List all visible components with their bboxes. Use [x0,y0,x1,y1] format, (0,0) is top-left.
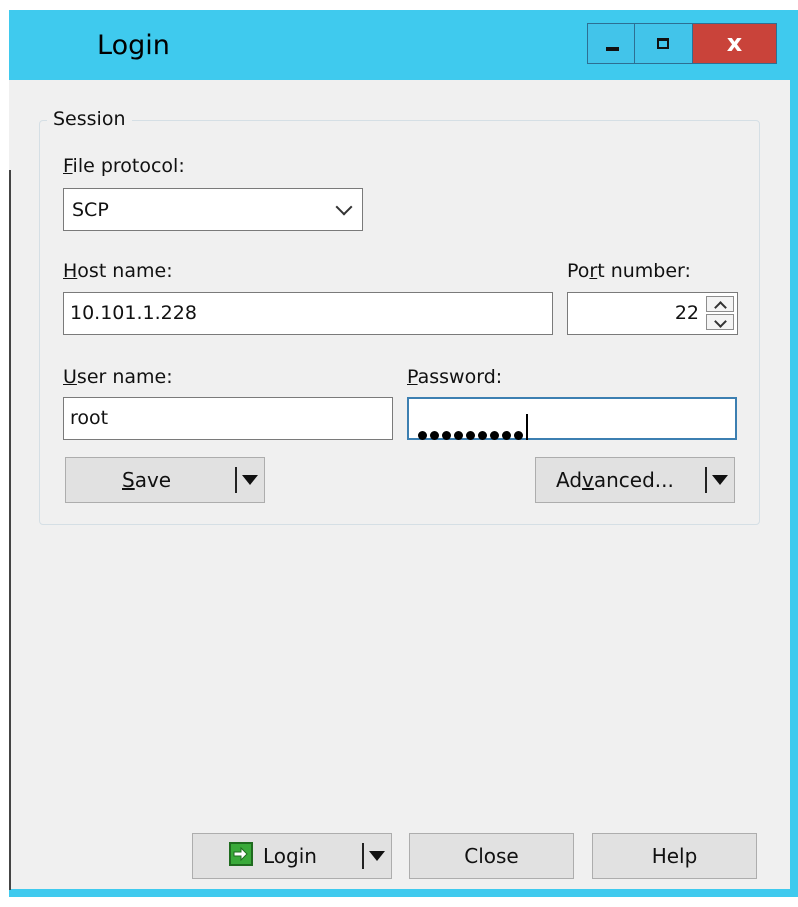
spin-down-icon [714,315,727,328]
file-protocol-select[interactable]: SCP [63,188,363,231]
user-name-field[interactable]: root [63,397,393,440]
login-button[interactable]: Login [192,833,392,879]
password-dot [514,431,523,440]
help-button-label: Help [651,844,698,868]
password-dot [454,431,463,440]
minimize-button[interactable] [587,23,635,64]
host-name-label-text: ost name: [77,260,173,282]
password-dot [430,431,439,440]
password-mask [418,413,528,454]
advanced-button-label: Advanced... [556,468,674,492]
save-button-label: Save [122,468,171,492]
advanced-button[interactable]: Advanced... [535,457,735,503]
close-icon: x [726,29,743,57]
spin-up-icon [714,301,727,314]
file-protocol-label-text: ile protocol: [72,155,185,177]
host-name-accesskey: H [63,260,78,282]
window-left-edge [9,170,11,890]
port-number-label-pre: Po [567,260,590,282]
port-number-field[interactable]: 22 [567,292,738,335]
login-arrow-icon [229,842,253,866]
host-name-label: Host name: [63,260,173,282]
host-name-field[interactable]: 10.101.1.228 [63,292,553,335]
password-label-text: assword: [417,366,503,388]
user-name-label: User name: [63,366,173,388]
save-button[interactable]: Save [65,457,265,503]
save-label-text: ave [134,468,172,492]
chevron-down-icon [335,198,353,216]
user-name-accesskey: U [63,366,77,388]
close-button-label: Close [464,844,519,868]
file-protocol-accesskey: F [63,155,73,177]
split-dropdown-icon[interactable] [712,475,728,485]
maximize-icon [657,38,669,49]
port-number-value: 22 [674,302,699,324]
port-number-label: Port number: [567,260,691,282]
help-button[interactable]: Help [592,833,757,879]
dialog-body: Session File protocol: SCP Host name: 10… [9,80,790,890]
port-number-label-text: t number: [597,260,691,282]
file-protocol-label: File protocol: [63,155,185,177]
title-bar[interactable]: Login x [9,10,798,80]
port-increment-button[interactable] [706,296,734,314]
password-dot [490,431,499,440]
session-group-title: Session [47,108,132,130]
save-accesskey: S [122,468,135,492]
file-protocol-value: SCP [72,199,109,221]
advanced-accesskey: v [582,468,594,492]
login-button-label: Login [263,844,317,868]
split-dropdown-icon[interactable] [369,851,385,861]
password-label: Password: [407,366,502,388]
password-dot [466,431,475,440]
window-title: Login [97,30,170,61]
split-separator [705,467,707,493]
close-button[interactable]: Close [409,833,574,879]
port-decrement-button[interactable] [706,314,734,330]
password-dot [502,431,511,440]
maximize-button[interactable] [635,23,693,64]
password-dot [442,431,451,440]
split-separator [235,467,237,493]
login-window: Login x Session File protocol: SCP Host … [9,10,798,897]
advanced-label-text: anced... [593,468,674,492]
port-spinner [706,296,734,330]
split-dropdown-icon[interactable] [242,475,258,485]
minimize-icon [606,47,619,51]
text-caret [526,413,528,440]
split-separator [362,843,364,869]
advanced-label-pre: Ad [556,468,583,492]
close-window-button[interactable]: x [693,23,777,64]
password-accesskey: P [407,366,418,388]
password-dot [478,431,487,440]
password-dot [418,431,427,440]
user-name-label-text: ser name: [76,366,173,388]
password-field[interactable] [407,397,737,440]
